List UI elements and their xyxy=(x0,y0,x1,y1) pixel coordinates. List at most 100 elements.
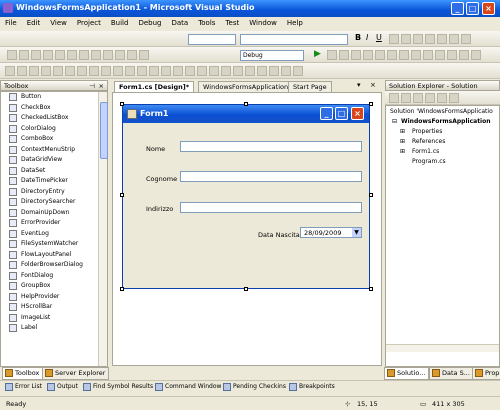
undo-icon[interactable] xyxy=(103,50,113,60)
options-icon[interactable] xyxy=(461,34,471,44)
se-properties-icon[interactable] xyxy=(389,93,399,103)
se-view-designer-icon[interactable] xyxy=(437,93,447,103)
vspace-remove-icon[interactable] xyxy=(209,66,219,76)
find-icon[interactable] xyxy=(399,50,409,60)
toolbox-item[interactable]: FontDialog xyxy=(1,271,107,282)
add-item-icon[interactable] xyxy=(19,50,29,60)
toolbox-item[interactable]: Button xyxy=(1,92,107,103)
form-maximize-button[interactable]: □ xyxy=(335,107,348,120)
step-over-icon[interactable] xyxy=(375,50,385,60)
tree-project[interactable]: WindowsFormsApplication xyxy=(401,118,491,125)
bold-icon[interactable]: B xyxy=(355,33,361,42)
vspace-dec-icon[interactable] xyxy=(197,66,207,76)
tree-program[interactable]: Program.cs xyxy=(412,158,446,165)
resize-handle-ml[interactable] xyxy=(120,193,124,197)
tab-order-icon[interactable] xyxy=(269,66,279,76)
toolbox-item[interactable]: DataGridView xyxy=(1,155,107,166)
tree-references[interactable]: References xyxy=(412,138,445,145)
toolbox-item[interactable]: DirectoryEntry xyxy=(1,187,107,198)
copy-icon[interactable] xyxy=(79,50,89,60)
menu-test[interactable]: Test xyxy=(220,17,244,27)
tab-data-sources[interactable]: Data S... xyxy=(429,367,474,380)
open-icon[interactable] xyxy=(31,50,41,60)
font-combo[interactable] xyxy=(188,34,236,45)
resize-handle-mr[interactable] xyxy=(369,193,373,197)
toolbox-item[interactable]: ComboBox xyxy=(1,134,107,145)
send-back-icon[interactable] xyxy=(257,66,267,76)
toolbox-item[interactable]: HelpProvider xyxy=(1,292,107,303)
menu-help[interactable]: Help xyxy=(282,17,308,27)
indent-icon[interactable] xyxy=(425,34,435,44)
tree-form1[interactable]: Form1.cs xyxy=(412,148,439,155)
config-combo[interactable]: Debug xyxy=(240,50,304,61)
tree-expander-references[interactable]: ⊞ xyxy=(400,138,405,145)
tab-breakpoints[interactable]: Breakpoints xyxy=(288,382,335,393)
toolbox-item[interactable]: DomainUpDown xyxy=(1,208,107,219)
toolbox-item[interactable]: ErrorProvider xyxy=(1,218,107,229)
center-h-icon[interactable] xyxy=(221,66,231,76)
solution-explorer-icon[interactable] xyxy=(411,50,421,60)
nome-textbox[interactable] xyxy=(180,141,362,152)
minimize-button[interactable]: _ xyxy=(451,2,464,15)
toolbox-scrollbar[interactable] xyxy=(98,92,108,366)
same-width-icon[interactable] xyxy=(77,66,87,76)
toolbox-item[interactable]: CheckedListBox xyxy=(1,113,107,124)
tab-output[interactable]: Output xyxy=(46,382,78,393)
same-size-icon[interactable] xyxy=(101,66,111,76)
hspace-inc-icon[interactable] xyxy=(137,66,147,76)
bring-front-icon[interactable] xyxy=(245,66,255,76)
resize-handle-tc[interactable] xyxy=(244,102,248,106)
align-bottom-icon[interactable] xyxy=(65,66,75,76)
start-page-icon[interactable] xyxy=(459,50,469,60)
se-view-code-icon[interactable] xyxy=(425,93,435,103)
menu-window[interactable]: Window xyxy=(244,17,282,27)
resize-handle-tr[interactable] xyxy=(369,102,373,106)
step-out-icon[interactable] xyxy=(387,50,397,60)
new-project-icon[interactable] xyxy=(7,50,17,60)
toolbox-scroll-thumb[interactable] xyxy=(100,102,108,159)
tab-properties[interactable]: Prope xyxy=(472,367,500,380)
toolbox-item[interactable]: CheckBox xyxy=(1,103,107,114)
tab-error-list[interactable]: Error List xyxy=(4,382,42,393)
same-height-icon[interactable] xyxy=(89,66,99,76)
redo-icon[interactable] xyxy=(115,50,125,60)
tab-solution-explorer[interactable]: Solutio... xyxy=(384,367,430,380)
tab-server-explorer[interactable]: Server Explorer xyxy=(42,367,110,380)
resize-handle-br[interactable] xyxy=(369,287,373,291)
toolbox-item[interactable]: FileSystemWatcher xyxy=(1,239,107,250)
tab-toolbox[interactable]: Toolbox xyxy=(2,367,44,380)
align-icon[interactable] xyxy=(401,34,411,44)
layout-more-icon[interactable] xyxy=(293,66,303,76)
more-icon[interactable] xyxy=(471,50,481,60)
menu-tools[interactable]: Tools xyxy=(193,17,220,27)
tree-properties[interactable]: Properties xyxy=(412,128,442,135)
resize-handle-tl[interactable] xyxy=(120,102,124,106)
object-browser-icon[interactable] xyxy=(447,50,457,60)
tab-pending-checkins[interactable]: Pending Checkins xyxy=(222,382,286,393)
toolbox-item[interactable]: EventLog xyxy=(1,229,107,240)
se-class-diagram-icon[interactable] xyxy=(449,93,459,103)
outdent-icon[interactable] xyxy=(437,34,447,44)
cut-icon[interactable] xyxy=(67,50,77,60)
tree-expander-project[interactable]: ⊟ xyxy=(392,118,397,125)
align-right-icon[interactable] xyxy=(29,66,39,76)
toolbox-item[interactable]: ContextMenuStrip xyxy=(1,145,107,156)
underline-icon[interactable]: U xyxy=(376,33,382,42)
menu-data[interactable]: Data xyxy=(166,17,193,27)
resize-handle-bc[interactable] xyxy=(244,287,248,291)
toolbox-item[interactable]: FlowLayoutPanel xyxy=(1,250,107,261)
date-dropdown-icon[interactable]: ▼ xyxy=(352,228,361,237)
lock-icon[interactable] xyxy=(281,66,291,76)
pause-icon[interactable] xyxy=(327,50,337,60)
date-picker[interactable]: 28/09/2009 ▼ xyxy=(300,227,362,238)
menu-debug[interactable]: Debug xyxy=(133,17,166,27)
navigate-forward-icon[interactable] xyxy=(139,50,149,60)
toolbox-item[interactable]: DirectorySearcher xyxy=(1,197,107,208)
form1[interactable]: Form1 _ □ × Nome Cognome Indirizzo Data … xyxy=(122,104,370,289)
save-icon[interactable] xyxy=(43,50,53,60)
font-color-icon[interactable] xyxy=(389,34,399,44)
toolbox-close-icon[interactable]: × xyxy=(99,81,104,91)
form-minimize-button[interactable]: _ xyxy=(320,107,333,120)
vspace-inc-icon[interactable] xyxy=(185,66,195,76)
stop-icon[interactable] xyxy=(339,50,349,60)
